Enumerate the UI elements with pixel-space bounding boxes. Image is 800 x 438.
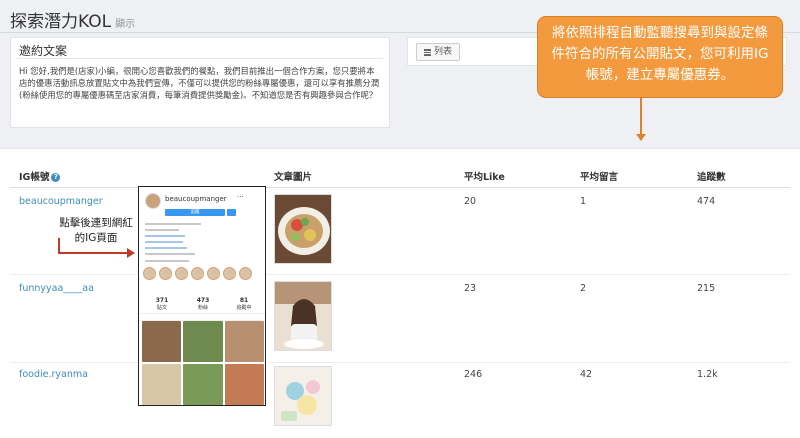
- story-highlight[interactable]: [191, 267, 204, 280]
- list-icon: [424, 48, 431, 56]
- row-divider: [10, 362, 790, 363]
- grid-photo[interactable]: [224, 321, 264, 362]
- story-highlight[interactable]: [239, 267, 252, 280]
- column-header-post-image: 文章圖片: [274, 172, 313, 183]
- pastel-dessert-image: [275, 367, 331, 425]
- kol-results-table: IG帳號? 文章圖片 平均Like 平均留言 追蹤數: [0, 148, 800, 438]
- ig-handle-link[interactable]: beaucoupmanger: [19, 196, 103, 207]
- followers-value: 474: [697, 196, 716, 207]
- grid-photo[interactable]: [142, 321, 182, 362]
- annotation-label: 點擊後連到網紅的IG頁面: [59, 217, 133, 244]
- post-thumbnail[interactable]: [274, 194, 332, 264]
- avg-comment-value: 2: [580, 283, 587, 294]
- help-icon[interactable]: ?: [51, 173, 61, 182]
- ig-profile-preview[interactable]: beaucoupmanger ··· 追蹤 371 貼文 473 粉絲 81 追蹤中: [138, 186, 266, 406]
- post-thumbnail[interactable]: [274, 366, 332, 426]
- follow-button[interactable]: 追蹤: [165, 209, 225, 216]
- row-divider: [10, 274, 790, 275]
- profile-photo-grid: [142, 321, 264, 405]
- page-subtitle: 顯示: [115, 19, 136, 30]
- post-thumbnail[interactable]: [274, 281, 332, 351]
- stat-posts: 371 貼文: [155, 297, 169, 311]
- profile-bio-line: [145, 235, 185, 237]
- callout-arrow-line: [640, 98, 642, 138]
- callout-box: 將依照排程自動監聽搜尋到與設定條件符合的所有公開貼文，您可利用IG帳號，建立專屬…: [537, 16, 783, 98]
- avg-like-value: 20: [464, 196, 477, 207]
- story-highlight[interactable]: [223, 267, 236, 280]
- more-options-icon[interactable]: ···: [237, 193, 244, 201]
- profile-avatar: [145, 193, 161, 209]
- story-highlights: [143, 267, 263, 283]
- story-highlight[interactable]: [143, 267, 156, 280]
- stat-following: 81 追蹤中: [236, 297, 252, 311]
- profile-username: beaucoupmanger: [165, 195, 227, 203]
- profile-tabs[interactable]: [139, 313, 265, 327]
- followers-value: 1.2k: [697, 369, 718, 380]
- avg-comment-value: 1: [580, 196, 587, 207]
- avg-comment-value: 42: [580, 369, 593, 380]
- annotation-arrowhead: [127, 248, 135, 258]
- profile-bio-line: [145, 223, 201, 225]
- page-title: 探索潛力KOL 顯示: [10, 7, 135, 32]
- list-view-button[interactable]: 列表: [416, 43, 461, 61]
- invite-card-heading: 邀約文案: [19, 44, 68, 58]
- stat-followers: 473 粉絲: [196, 297, 210, 311]
- callout-arrowhead: [636, 134, 646, 141]
- avg-like-value: 23: [464, 283, 477, 294]
- grid-photo[interactable]: [183, 321, 223, 362]
- profile-bio-line: [145, 253, 195, 255]
- annotation-arrow-line: [58, 252, 128, 254]
- grid-photo[interactable]: [142, 364, 182, 405]
- column-header-avg-comment[interactable]: 平均留言: [580, 169, 618, 183]
- invite-card-body: Hi 您好,我們是(店家)小編，很開心您喜歡我們的餐點，我們目前推出一個合作方案…: [19, 66, 380, 100]
- story-highlight[interactable]: [207, 267, 220, 280]
- column-header-ig-label: IG帳號: [19, 172, 50, 183]
- profile-bio-line: [145, 260, 189, 262]
- table-header-divider: [10, 187, 790, 188]
- grid-photo[interactable]: [183, 364, 223, 405]
- page-title-text: 探索潛力KOL: [10, 12, 112, 32]
- ig-handle-link[interactable]: foodie.ryanma: [19, 369, 88, 380]
- list-view-button-label: 列表: [434, 47, 453, 57]
- column-header-ig: IG帳號?: [19, 169, 61, 183]
- profile-bio-line: [145, 229, 179, 231]
- followers-value: 215: [697, 283, 716, 294]
- grid-photo[interactable]: [224, 364, 264, 405]
- profile-bio-line: [145, 241, 183, 243]
- column-header-avg-like[interactable]: 平均Like: [464, 169, 505, 183]
- ig-handle-link[interactable]: funnyyaa____aa: [19, 283, 94, 294]
- salad-dish-image: [275, 195, 331, 263]
- story-highlight[interactable]: [175, 267, 188, 280]
- story-highlight[interactable]: [159, 267, 172, 280]
- invite-message-card: 邀約文案 Hi 您好,我們是(店家)小編，很開心您喜歡我們的餐點，我們目前推出一…: [10, 37, 390, 128]
- column-header-followers[interactable]: 追蹤數: [697, 169, 726, 183]
- follow-dropdown-button[interactable]: [227, 209, 236, 216]
- profile-bio-line: [145, 247, 187, 249]
- person-cafe-image: [275, 282, 331, 350]
- avg-like-value: 246: [464, 369, 483, 380]
